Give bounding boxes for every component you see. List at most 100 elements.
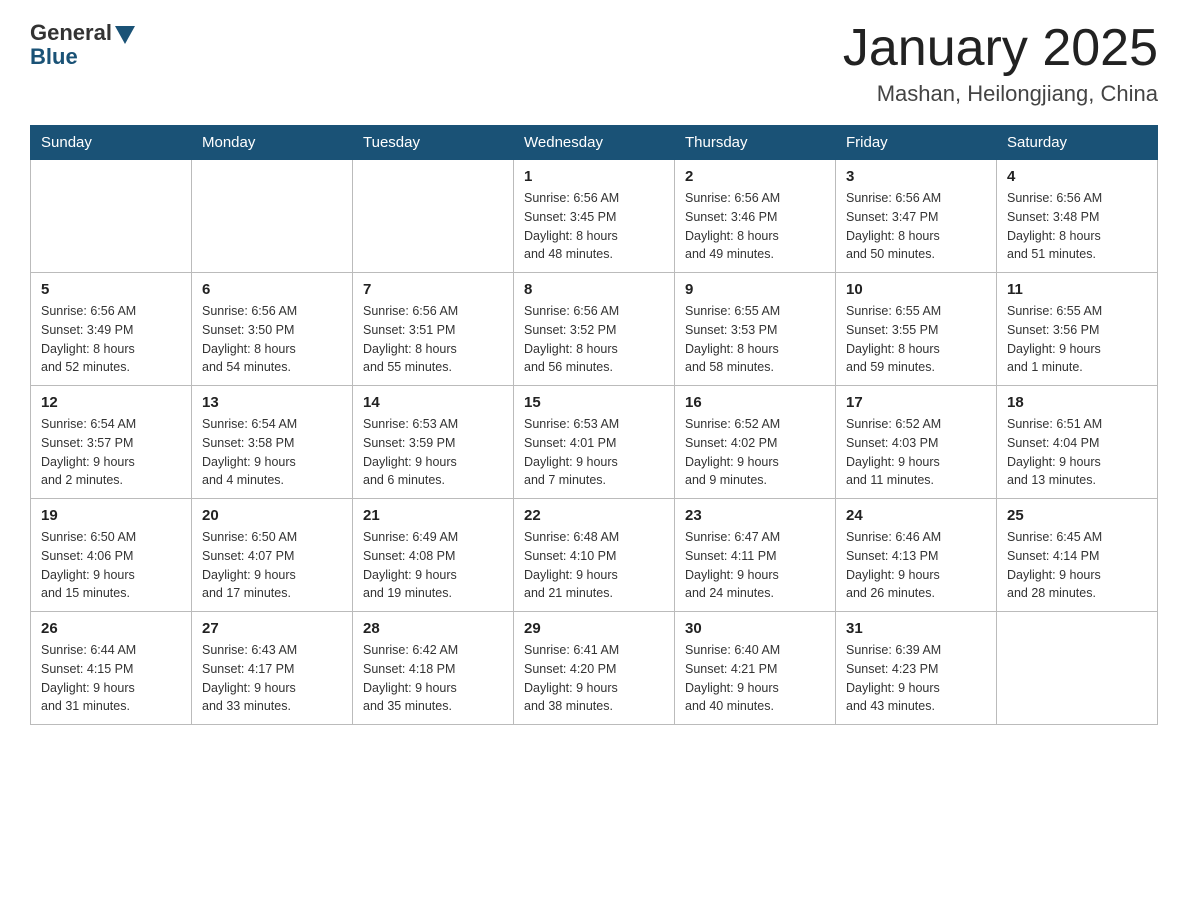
calendar-cell: 17 Sunrise: 6:52 AM Sunset: 4:03 PM Dayli… [836, 386, 997, 499]
day-number: 9 [685, 281, 825, 298]
day-info: Sunrise: 6:56 AM Sunset: 3:50 PM Dayligh… [202, 302, 342, 377]
day-info: Sunrise: 6:47 AM Sunset: 4:11 PM Dayligh… [685, 528, 825, 603]
calendar-cell: 18 Sunrise: 6:51 AM Sunset: 4:04 PM Dayli… [997, 386, 1158, 499]
weekday-header-friday: Friday [836, 126, 997, 160]
calendar-cell: 2 Sunrise: 6:56 AM Sunset: 3:46 PM Daylig… [675, 160, 836, 273]
logo-arrow-icon [115, 26, 135, 44]
day-number: 23 [685, 507, 825, 524]
day-number: 16 [685, 394, 825, 411]
day-number: 12 [41, 394, 181, 411]
logo-blue-text: Blue [30, 44, 78, 70]
day-info: Sunrise: 6:56 AM Sunset: 3:48 PM Dayligh… [1007, 189, 1147, 264]
day-info: Sunrise: 6:39 AM Sunset: 4:23 PM Dayligh… [846, 641, 986, 716]
day-info: Sunrise: 6:48 AM Sunset: 4:10 PM Dayligh… [524, 528, 664, 603]
weekday-header-thursday: Thursday [675, 126, 836, 160]
day-info: Sunrise: 6:56 AM Sunset: 3:45 PM Dayligh… [524, 189, 664, 264]
day-info: Sunrise: 6:56 AM Sunset: 3:47 PM Dayligh… [846, 189, 986, 264]
day-number: 31 [846, 620, 986, 637]
day-number: 6 [202, 281, 342, 298]
calendar-cell: 19 Sunrise: 6:50 AM Sunset: 4:06 PM Dayli… [31, 499, 192, 612]
day-number: 26 [41, 620, 181, 637]
calendar-cell: 5 Sunrise: 6:56 AM Sunset: 3:49 PM Daylig… [31, 273, 192, 386]
calendar-cell [353, 160, 514, 273]
calendar-cell: 22Sunrise: 6:48 AM Sunset: 4:10 PM Dayli… [514, 499, 675, 612]
day-number: 21 [363, 507, 503, 524]
day-info: Sunrise: 6:50 AM Sunset: 4:07 PM Dayligh… [202, 528, 342, 603]
calendar-week-row: 1Sunrise: 6:56 AM Sunset: 3:45 PM Daylig… [31, 160, 1158, 273]
day-info: Sunrise: 6:40 AM Sunset: 4:21 PM Dayligh… [685, 641, 825, 716]
weekday-header-monday: Monday [192, 126, 353, 160]
day-info: Sunrise: 6:41 AM Sunset: 4:20 PM Dayligh… [524, 641, 664, 716]
calendar-cell: 29Sunrise: 6:41 AM Sunset: 4:20 PM Dayli… [514, 612, 675, 725]
day-number: 7 [363, 281, 503, 298]
day-info: Sunrise: 6:56 AM Sunset: 3:49 PM Dayligh… [41, 302, 181, 377]
calendar-cell: 30 Sunrise: 6:40 AM Sunset: 4:21 PM Dayli… [675, 612, 836, 725]
day-info: Sunrise: 6:45 AM Sunset: 4:14 PM Dayligh… [1007, 528, 1147, 603]
calendar-header-row: SundayMondayTuesdayWednesdayThursdayFrid… [31, 126, 1158, 160]
calendar-cell: 11 Sunrise: 6:55 AM Sunset: 3:56 PM Dayli… [997, 273, 1158, 386]
day-info: Sunrise: 6:55 AM Sunset: 3:55 PM Dayligh… [846, 302, 986, 377]
day-info: Sunrise: 6:55 AM Sunset: 3:56 PM Dayligh… [1007, 302, 1147, 377]
calendar-cell: 4 Sunrise: 6:56 AM Sunset: 3:48 PM Daylig… [997, 160, 1158, 273]
day-info: Sunrise: 6:43 AM Sunset: 4:17 PM Dayligh… [202, 641, 342, 716]
day-number: 13 [202, 394, 342, 411]
day-info: Sunrise: 6:53 AM Sunset: 3:59 PM Dayligh… [363, 415, 503, 490]
day-number: 14 [363, 394, 503, 411]
page-header: General Blue January 2025 Mashan, Heilon… [30, 20, 1158, 107]
day-info: Sunrise: 6:56 AM Sunset: 3:51 PM Dayligh… [363, 302, 503, 377]
calendar-cell [31, 160, 192, 273]
calendar-cell [192, 160, 353, 273]
day-number: 18 [1007, 394, 1147, 411]
calendar-cell: 10 Sunrise: 6:55 AM Sunset: 3:55 PM Dayli… [836, 273, 997, 386]
calendar-week-row: 12 Sunrise: 6:54 AM Sunset: 3:57 PM Dayli… [31, 386, 1158, 499]
day-info: Sunrise: 6:50 AM Sunset: 4:06 PM Dayligh… [41, 528, 181, 603]
calendar-cell: 26 Sunrise: 6:44 AM Sunset: 4:15 PM Dayli… [31, 612, 192, 725]
calendar-cell: 3 Sunrise: 6:56 AM Sunset: 3:47 PM Daylig… [836, 160, 997, 273]
calendar-cell: 28Sunrise: 6:42 AM Sunset: 4:18 PM Dayli… [353, 612, 514, 725]
day-info: Sunrise: 6:56 AM Sunset: 3:46 PM Dayligh… [685, 189, 825, 264]
day-info: Sunrise: 6:55 AM Sunset: 3:53 PM Dayligh… [685, 302, 825, 377]
calendar-cell: 24Sunrise: 6:46 AM Sunset: 4:13 PM Dayli… [836, 499, 997, 612]
day-number: 3 [846, 168, 986, 185]
calendar-table: SundayMondayTuesdayWednesdayThursdayFrid… [30, 125, 1158, 725]
month-title: January 2025 [843, 20, 1158, 77]
calendar-cell [997, 612, 1158, 725]
day-number: 8 [524, 281, 664, 298]
day-info: Sunrise: 6:56 AM Sunset: 3:52 PM Dayligh… [524, 302, 664, 377]
day-number: 25 [1007, 507, 1147, 524]
day-info: Sunrise: 6:52 AM Sunset: 4:02 PM Dayligh… [685, 415, 825, 490]
day-number: 4 [1007, 168, 1147, 185]
day-number: 15 [524, 394, 664, 411]
weekday-header-tuesday: Tuesday [353, 126, 514, 160]
calendar-cell: 23 Sunrise: 6:47 AM Sunset: 4:11 PM Dayli… [675, 499, 836, 612]
calendar-week-row: 26 Sunrise: 6:44 AM Sunset: 4:15 PM Dayli… [31, 612, 1158, 725]
calendar-cell: 20 Sunrise: 6:50 AM Sunset: 4:07 PM Dayli… [192, 499, 353, 612]
calendar-cell: 14 Sunrise: 6:53 AM Sunset: 3:59 PM Dayli… [353, 386, 514, 499]
day-number: 10 [846, 281, 986, 298]
day-number: 11 [1007, 281, 1147, 298]
day-number: 19 [41, 507, 181, 524]
day-number: 17 [846, 394, 986, 411]
day-info: Sunrise: 6:44 AM Sunset: 4:15 PM Dayligh… [41, 641, 181, 716]
day-number: 24 [846, 507, 986, 524]
day-number: 20 [202, 507, 342, 524]
calendar-cell: 7 Sunrise: 6:56 AM Sunset: 3:51 PM Daylig… [353, 273, 514, 386]
calendar-cell: 15 Sunrise: 6:53 AM Sunset: 4:01 PM Dayli… [514, 386, 675, 499]
day-number: 28 [363, 620, 503, 637]
calendar-cell: 12 Sunrise: 6:54 AM Sunset: 3:57 PM Dayli… [31, 386, 192, 499]
day-info: Sunrise: 6:52 AM Sunset: 4:03 PM Dayligh… [846, 415, 986, 490]
weekday-header-saturday: Saturday [997, 126, 1158, 160]
day-info: Sunrise: 6:54 AM Sunset: 3:57 PM Dayligh… [41, 415, 181, 490]
calendar-cell: 21Sunrise: 6:49 AM Sunset: 4:08 PM Dayli… [353, 499, 514, 612]
day-number: 5 [41, 281, 181, 298]
day-info: Sunrise: 6:51 AM Sunset: 4:04 PM Dayligh… [1007, 415, 1147, 490]
location-text: Mashan, Heilongjiang, China [843, 81, 1158, 107]
calendar-cell: 6 Sunrise: 6:56 AM Sunset: 3:50 PM Daylig… [192, 273, 353, 386]
day-number: 27 [202, 620, 342, 637]
title-section: January 2025 Mashan, Heilongjiang, China [843, 20, 1158, 107]
calendar-cell: 27 Sunrise: 6:43 AM Sunset: 4:17 PM Dayli… [192, 612, 353, 725]
day-number: 30 [685, 620, 825, 637]
logo-general-text: General [30, 20, 112, 46]
day-info: Sunrise: 6:53 AM Sunset: 4:01 PM Dayligh… [524, 415, 664, 490]
day-number: 2 [685, 168, 825, 185]
